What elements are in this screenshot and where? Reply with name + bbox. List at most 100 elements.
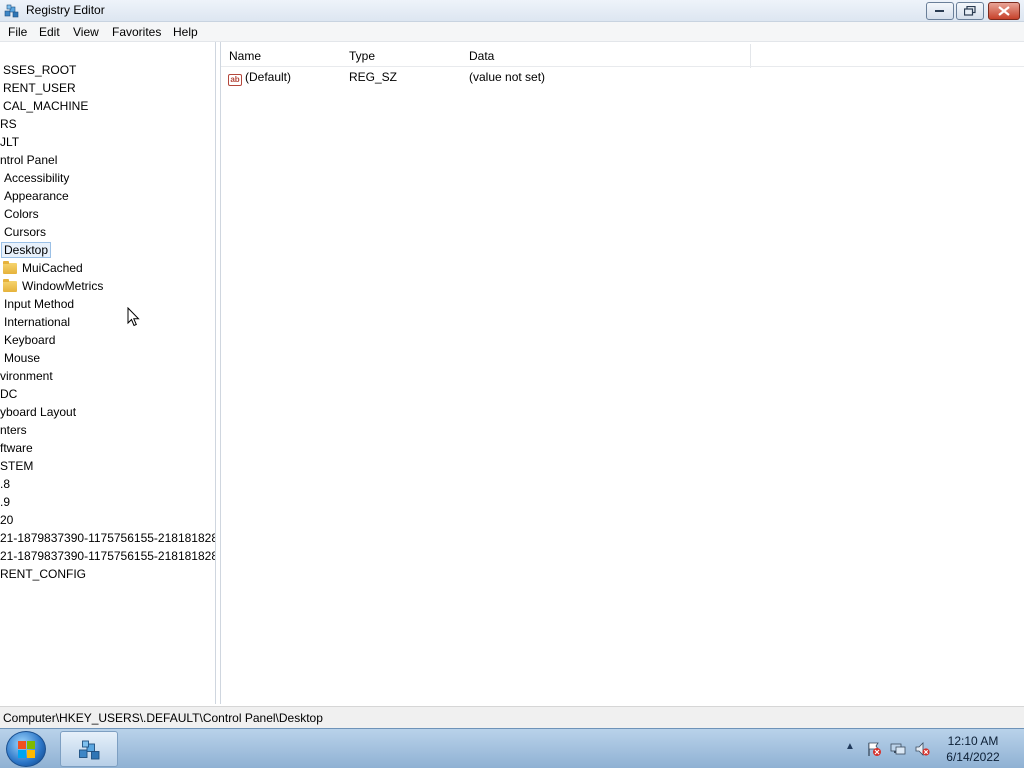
tree-node[interactable]: ntrol Panel <box>0 151 57 169</box>
action-center-flag-icon[interactable] <box>866 741 882 757</box>
tree-node[interactable]: JLT <box>0 133 19 151</box>
volume-muted-icon[interactable] <box>914 741 930 757</box>
column-header-data[interactable]: Data <box>461 44 751 68</box>
tree-node[interactable]: nters <box>0 421 27 439</box>
restore-button[interactable] <box>956 2 984 20</box>
tree-node[interactable]: RENT_CONFIG <box>0 565 86 583</box>
tree-node[interactable]: Input Method <box>4 295 74 313</box>
tree-node-label: Colors <box>4 207 39 221</box>
tree-node[interactable]: Accessibility <box>4 169 69 187</box>
tree-node-label: 20 <box>0 513 14 527</box>
clock-date: 6/14/2022 <box>946 750 1000 764</box>
tree-node-label: DC <box>0 387 18 401</box>
values-list-pane[interactable]: Name Type Data ab (Default) REG_SZ (value… <box>220 42 1024 704</box>
tree-node-label: SSES_ROOT <box>3 63 77 77</box>
menu-view[interactable]: View <box>73 25 99 39</box>
windows-logo-icon <box>18 741 35 758</box>
ab-string-icon: ab <box>228 74 242 86</box>
tree-node-label: RENT_CONFIG <box>0 567 87 581</box>
tree-node-label: Appearance <box>4 189 69 203</box>
menu-edit[interactable]: Edit <box>39 25 60 39</box>
tree-node-label: 21-1879837390-1175756155-2181818289-1 <box>0 531 216 545</box>
tree-node[interactable]: RS <box>0 115 17 133</box>
restore-icon <box>964 6 976 16</box>
folder-icon <box>3 279 17 292</box>
close-button[interactable] <box>988 2 1020 20</box>
tree-node[interactable]: RENT_USER <box>3 79 76 97</box>
tree-node[interactable]: 21-1879837390-1175756155-2181818289-1 <box>0 529 216 547</box>
minimize-button[interactable] <box>926 2 954 20</box>
menu-file[interactable]: File <box>8 25 27 39</box>
tree-node-label: Desktop <box>1 242 52 258</box>
tree-node-label: Accessibility <box>4 171 70 185</box>
status-bar: Computer\HKEY_USERS\.DEFAULT\Control Pan… <box>0 706 1024 728</box>
tree-node-label: CAL_MACHINE <box>3 99 89 113</box>
tree-node[interactable]: WindowMetrics <box>3 277 103 295</box>
tree-node[interactable]: 21-1879837390-1175756155-2181818289-1 <box>0 547 216 565</box>
tree-node[interactable]: Keyboard <box>4 331 55 349</box>
tree-node-label: Input Method <box>4 297 75 311</box>
tree-node[interactable]: SSES_ROOT <box>3 61 76 79</box>
status-path: Computer\HKEY_USERS\.DEFAULT\Control Pan… <box>3 711 323 725</box>
title-bar: Registry Editor <box>0 0 1024 22</box>
clock-time: 12:10 AM <box>947 734 999 748</box>
folder-icon <box>3 261 17 274</box>
tree-node[interactable]: MuiCached <box>3 259 83 277</box>
tree-node[interactable]: STEM <box>0 457 33 475</box>
tree-node-label: yboard Layout <box>0 405 77 419</box>
value-data: (value not set) <box>469 70 546 84</box>
tree-node-label: vironment <box>0 369 53 383</box>
tree-node-label: MuiCached <box>22 261 83 275</box>
tree-node[interactable]: vironment <box>0 367 53 385</box>
tree-node[interactable]: DC <box>0 385 17 403</box>
tree-node[interactable]: 20 <box>0 511 13 529</box>
tree-node-label: Cursors <box>4 225 47 239</box>
value-type: REG_SZ <box>349 70 398 84</box>
mouse-cursor-icon <box>127 307 140 327</box>
tree-node-label: RS <box>0 117 17 131</box>
tree-node[interactable]: Mouse <box>4 349 40 367</box>
tree-node[interactable]: Colors <box>4 205 39 223</box>
tree-node[interactable]: yboard Layout <box>0 403 76 421</box>
start-button[interactable] <box>6 731 46 767</box>
tree-node-label: Mouse <box>4 351 41 365</box>
registry-editor-icon <box>4 4 19 18</box>
tree-node[interactable]: International <box>4 313 70 331</box>
tree-node[interactable]: Appearance <box>4 187 69 205</box>
taskbar-clock[interactable]: 12:10 AM 6/14/2022 <box>940 733 1006 765</box>
tree-node[interactable]: .8 <box>0 475 10 493</box>
tree-node[interactable]: ftware <box>0 439 33 457</box>
tree-node-label: Keyboard <box>4 333 56 347</box>
window-title: Registry Editor <box>26 3 105 17</box>
menu-help[interactable]: Help <box>173 25 198 39</box>
tree-node[interactable]: CAL_MACHINE <box>3 97 88 115</box>
tree-node-label: 21-1879837390-1175756155-2181818289-1 <box>0 549 216 563</box>
show-hidden-icons-chevron-up-icon[interactable]: ▲ <box>845 741 855 768</box>
tree-node[interactable]: .9 <box>0 493 10 511</box>
tree-node-label: RENT_USER <box>3 81 76 95</box>
tree-node-label: .8 <box>0 477 11 491</box>
tree-node-label: JLT <box>0 135 20 149</box>
value-name-cell[interactable]: ab (Default) <box>228 70 292 86</box>
tree-node-label: WindowMetrics <box>22 279 104 293</box>
tree-node-label: International <box>4 315 71 329</box>
tree-node[interactable]: Desktop <box>1 241 52 259</box>
minimize-icon <box>935 10 944 12</box>
menu-favorites[interactable]: Favorites <box>112 25 161 39</box>
taskbar-registry-editor[interactable] <box>60 731 118 767</box>
header-divider <box>221 66 1024 67</box>
tree-node-label: .9 <box>0 495 11 509</box>
column-header-type[interactable]: Type <box>341 44 463 68</box>
network-icon[interactable] <box>890 741 906 757</box>
menu-bar: File Edit View Favorites Help <box>0 22 1024 42</box>
tree-node-label: ftware <box>0 441 33 455</box>
tree-node[interactable]: Cursors <box>4 223 46 241</box>
registry-editor-icon <box>79 740 100 760</box>
column-header-name[interactable]: Name <box>221 44 343 68</box>
registry-tree-pane[interactable]: SSES_ROOT RENT_USER CAL_MACHINE RS JLT ntrol … <box>0 42 216 704</box>
tree-node-label: STEM <box>0 459 34 473</box>
close-icon <box>998 6 1010 16</box>
tree-node-label: ntrol Panel <box>0 153 58 167</box>
value-name: (Default) <box>245 70 292 84</box>
taskbar: ▲ 12:10 AM 6/14/2022 <box>0 728 1024 768</box>
